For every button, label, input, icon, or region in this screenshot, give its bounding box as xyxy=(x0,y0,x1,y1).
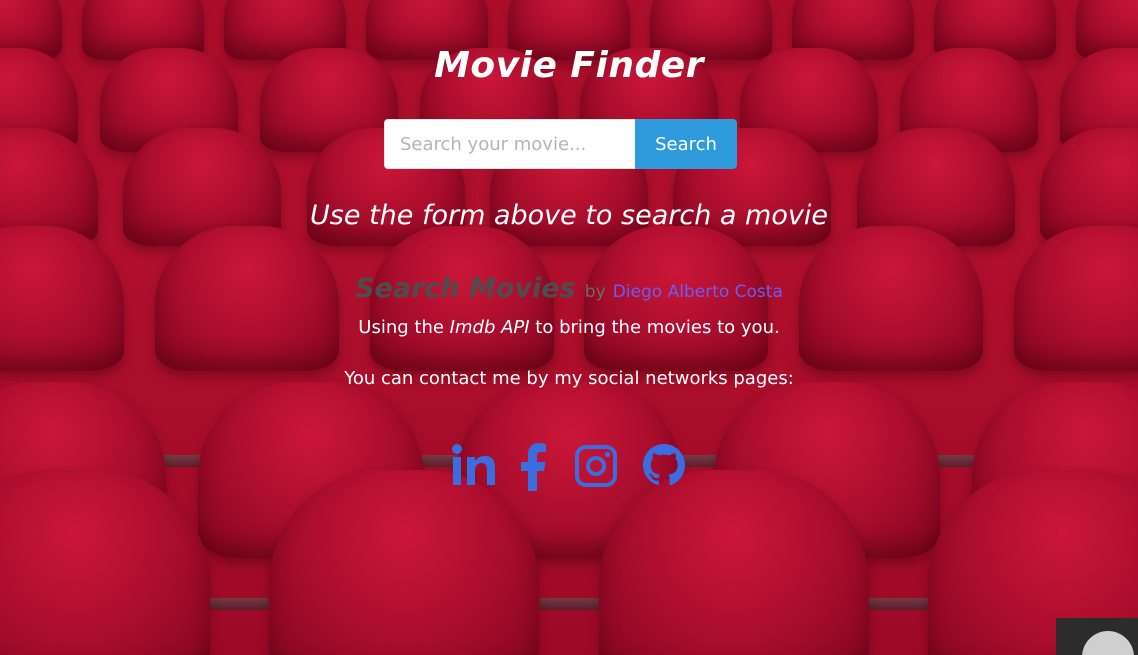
instagram-icon[interactable] xyxy=(572,441,620,491)
search-input[interactable] xyxy=(384,119,635,169)
search-hint: Use the form above to search a movie xyxy=(310,200,828,231)
main-content: Movie Finder Search Use the form above t… xyxy=(0,0,1138,655)
search-form: Search xyxy=(384,119,737,169)
api-name: Imdb API xyxy=(449,317,530,338)
search-button[interactable]: Search xyxy=(635,119,737,169)
credit-by: by xyxy=(584,282,606,302)
github-icon[interactable] xyxy=(640,441,688,491)
contact-text: You can contact me by my social networks… xyxy=(344,368,794,389)
corner-widget[interactable] xyxy=(1056,618,1138,655)
api-suffix: to bring the movies to you. xyxy=(529,317,780,338)
page: Movie Finder Search Use the form above t… xyxy=(0,0,1138,655)
social-links xyxy=(450,441,688,491)
page-title: Movie Finder xyxy=(434,45,704,86)
api-description: Using the Imdb API to bring the movies t… xyxy=(0,317,1138,338)
brand-name: Search Movies xyxy=(355,273,576,304)
credit-line: Search Movies by Diego Alberto Costa xyxy=(0,273,1138,304)
facebook-icon[interactable] xyxy=(518,441,552,491)
api-prefix: Using the xyxy=(358,317,450,338)
linkedin-icon[interactable] xyxy=(450,441,498,491)
author-link[interactable]: Diego Alberto Costa xyxy=(613,282,783,302)
